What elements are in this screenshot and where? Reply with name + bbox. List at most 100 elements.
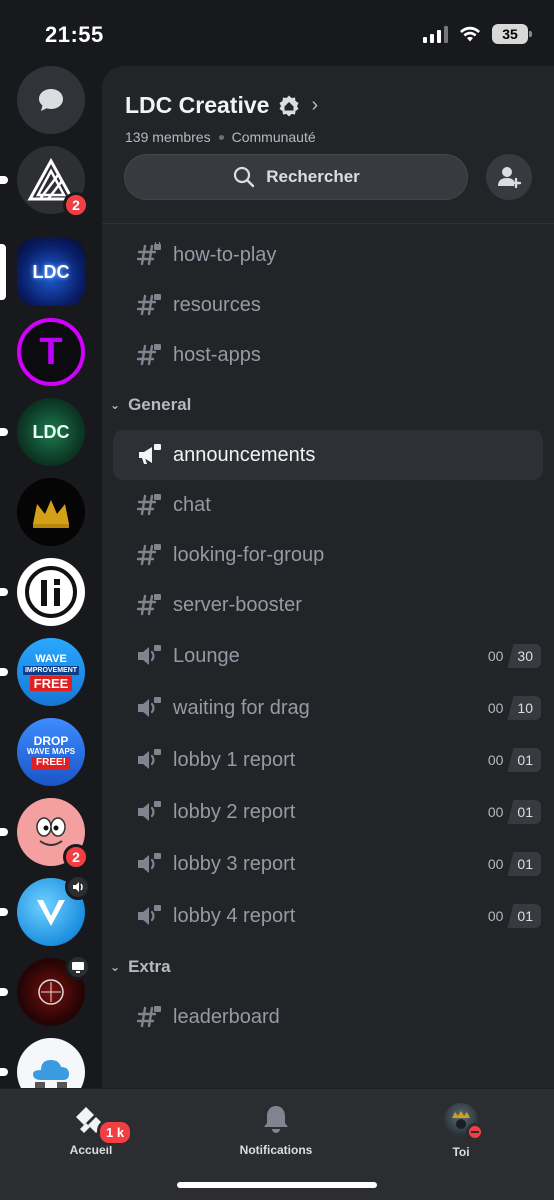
channel-name: Lounge [173,644,240,667]
unread-indicator [0,428,8,436]
user-limit-indicator: 00 10 [488,696,541,720]
unread-indicator [0,668,8,676]
voice-channel-locked-icon [136,695,162,721]
server-name: LDC Creative [125,92,270,118]
unread-indicator [0,988,8,996]
user-limit-indicator: 00 01 [488,748,541,772]
member-count: 139 membres [125,129,211,145]
server-ldc-green[interactable]: LDC [0,398,85,466]
search-label: Rechercher [266,167,360,186]
voice-channel-locked-icon [136,643,162,669]
channel-name: resources [173,293,261,316]
category-label: Extra [128,957,171,976]
server-crown[interactable] [17,478,85,546]
user-avatar [444,1103,484,1141]
header-divider [102,223,554,224]
channel-resources[interactable]: resources [113,280,543,330]
announcement-channel-icon [136,442,162,468]
unread-indicator [0,588,8,596]
text-channel-locked-icon [136,592,162,618]
channel-chat[interactable]: chat [113,480,543,530]
voice-channel-lobby-2-report[interactable]: lobby 2 report 00 01 [113,786,543,838]
channel-name: lobby 1 report [173,748,296,771]
channel-name: lobby 3 report [173,852,296,875]
channel-looking-for-group[interactable]: looking-for-group [113,530,543,580]
status-icons: 35 [423,24,532,44]
tab-notifications[interactable]: Notifications [216,1103,336,1157]
invite-members-button[interactable] [486,154,532,200]
channel-how-to-play[interactable]: how-to-play [113,230,543,280]
screen-share-icon [65,954,91,980]
voice-channel-lobby-4-report[interactable]: lobby 4 report 00 01 [113,890,543,942]
category-general[interactable]: ⌄ General [102,380,554,430]
crown-icon [33,500,69,528]
channel-name: looking-for-group [173,543,325,566]
mention-badge: 2 [63,192,89,218]
direct-messages-button[interactable] [17,66,85,134]
channel-leaderboard[interactable]: leaderboard [113,992,543,1042]
channel-name: lobby 2 report [173,800,296,823]
red-logo-icon [38,979,64,1005]
voice-channel-lounge[interactable]: Lounge 00 30 [113,630,543,682]
voice-channel-waiting-for-drag[interactable]: waiting for drag 00 10 [113,682,543,734]
channel-name: host-apps [173,343,261,366]
selected-indicator [0,244,6,300]
server-triangle[interactable]: 2 [0,146,89,218]
tab-toi[interactable]: Toi [401,1103,521,1159]
add-user-icon [498,167,522,189]
server-red-dark[interactable] [0,954,91,1026]
server-patrick[interactable]: 2 [0,798,89,870]
voice-channel-locked-icon [136,747,162,773]
text-channel-locked-icon [136,242,162,268]
mention-badge: 2 [63,844,89,870]
battery-indicator: 35 [492,24,532,44]
search-button[interactable]: Rechercher [124,154,468,200]
text-channel-locked-icon [136,1004,162,1030]
server-v-blue[interactable] [0,874,91,946]
server-cloud[interactable] [0,1038,85,1088]
bottom-tab-bar: 1 k Accueil Notifications Toi [0,1088,554,1200]
status-bar: 21:55 35 [0,0,554,70]
separator-dot [218,134,224,140]
chevron-down-icon: ⌄ [110,960,121,974]
channel-name: lobby 4 report [173,904,296,927]
voice-channel-lobby-3-report[interactable]: lobby 3 report 00 01 [113,838,543,890]
chat-bubble-icon [39,89,63,111]
category-extra[interactable]: ⌄ Extra [102,942,554,992]
server-wave[interactable]: WAVE IMPROVEMENT FREE [0,638,85,706]
chevron-right-icon: › [311,94,319,116]
server-header[interactable]: LDC Creative › 139 membres Communauté [102,66,554,145]
unread-indicator [0,176,8,184]
channel-host-apps[interactable]: host-apps [113,330,543,380]
channel-name: how-to-play [173,243,277,266]
server-i-logo[interactable] [0,558,85,626]
channel-name: chat [173,493,211,516]
voice-channel-locked-icon [136,851,162,877]
text-channel-locked-icon [136,342,162,368]
unread-count-badge: 1 k [97,1119,134,1146]
unread-indicator [0,908,8,916]
user-limit-indicator: 00 30 [488,644,541,668]
server-drop[interactable]: DROP WAVE MAPS FREE! [17,718,85,786]
i-logo-icon [25,566,77,618]
channel-list: how-to-play resources host-apps ⌄ Genera… [102,230,554,1042]
channel-name: waiting for drag [173,696,310,719]
voice-channel-locked-icon [136,799,162,825]
server-rail: 2 LDC T LDC WAVE IMPROVEMENT FREE DROP W… [0,66,102,1088]
tab-accueil[interactable]: 1 k Accueil [31,1103,151,1157]
user-limit-indicator: 00 01 [488,852,541,876]
channel-name: announcements [173,443,316,466]
user-limit-indicator: 00 01 [488,800,541,824]
text-channel-locked-icon [136,542,162,568]
text-channel-locked-icon [136,492,162,518]
voice-channel-lobby-1-report[interactable]: lobby 1 report 00 01 [113,734,543,786]
category-label: General [128,395,192,414]
server-t-purple[interactable]: T [17,318,85,386]
text-channel-locked-icon [136,292,162,318]
channel-announcements[interactable]: announcements [113,430,543,480]
voice-activity-icon [65,874,91,900]
server-ldc-blue[interactable]: LDC [0,238,85,306]
channel-panel: LDC Creative › 139 membres Communauté Re… [102,66,554,1088]
channel-server-booster[interactable]: server-booster [113,580,543,630]
dnd-status-icon [466,1123,484,1141]
